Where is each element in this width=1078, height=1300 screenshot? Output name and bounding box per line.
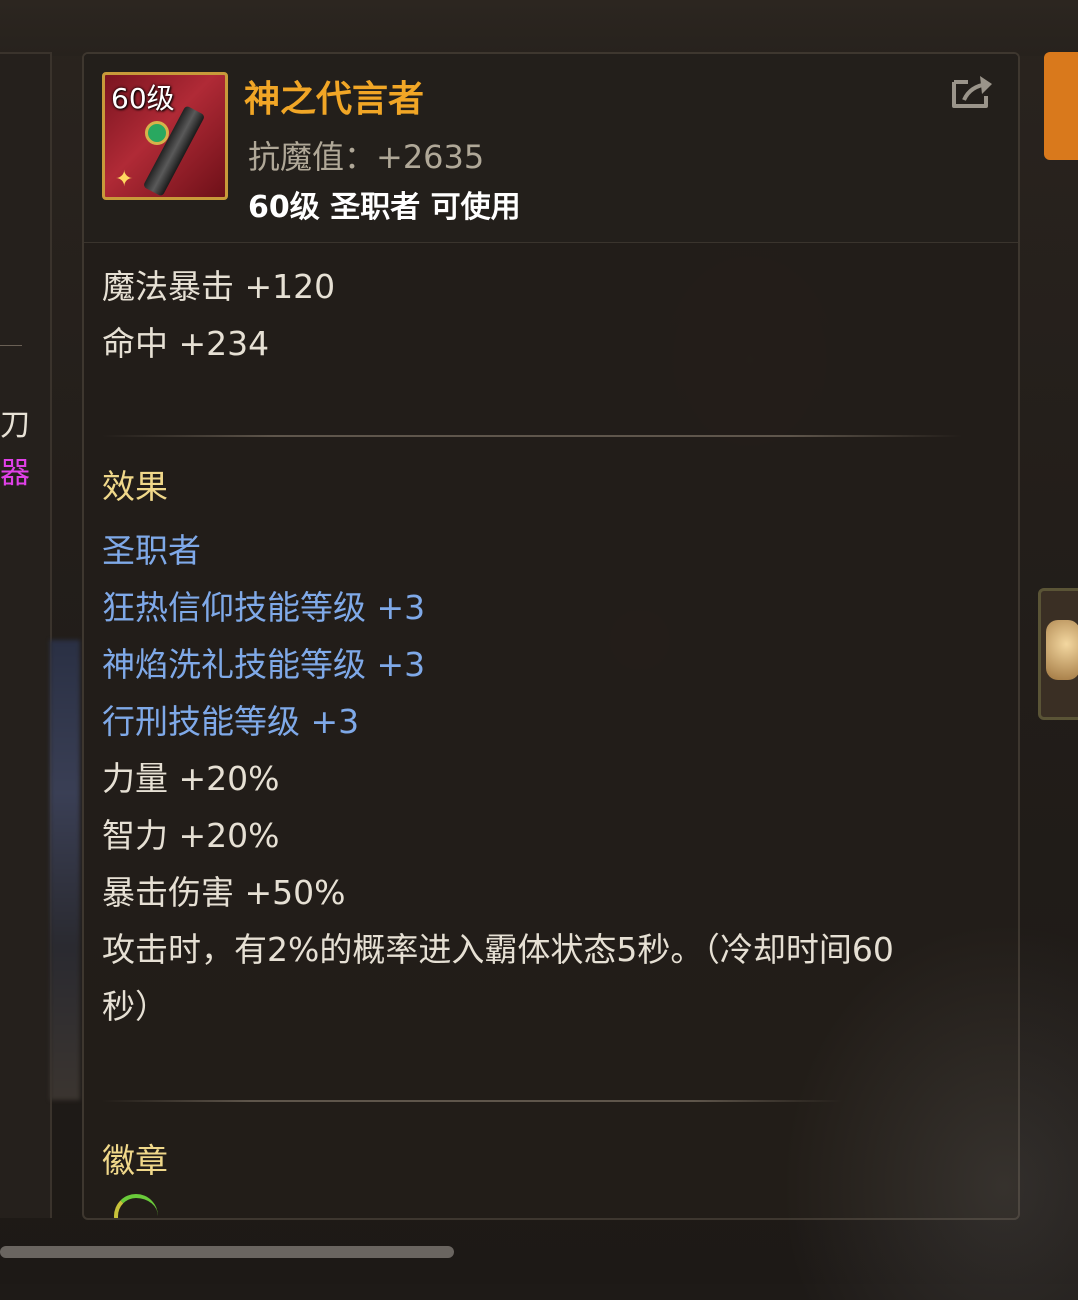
item-name: 神之代言者 xyxy=(244,79,425,120)
left-panel-text-2: 器 xyxy=(0,456,30,491)
effect-skill-bonus-2: 神焰洗礼技能等级 +3 xyxy=(102,645,426,684)
attribute-hit: 命中 +234 xyxy=(102,324,270,363)
item-main-stat: 抗魔值：+2635 xyxy=(248,138,485,176)
effect-class-name: 圣职者 xyxy=(102,531,201,570)
item-icon[interactable]: ✦ 60级 xyxy=(102,72,228,200)
left-equipment-panel[interactable] xyxy=(0,52,52,1218)
portrait-avatar xyxy=(1046,620,1078,680)
horizontal-scrollbar[interactable] xyxy=(0,1246,454,1258)
left-panel-divider xyxy=(0,345,22,346)
effect-proc-line-2: 秒） xyxy=(102,987,168,1026)
right-orange-button[interactable] xyxy=(1044,52,1078,160)
tooltip-header: ✦ 60级 神之代言者 抗魔值：+2635 60级 圣职者 可使用 xyxy=(84,54,1018,243)
share-export-icon[interactable] xyxy=(948,72,998,112)
attribute-magic-crit: 魔法暴击 +120 xyxy=(102,267,336,306)
character-art xyxy=(50,640,80,1100)
blurred-stat-2 xyxy=(430,30,620,50)
rod-graphic xyxy=(142,105,206,197)
effect-intelligence: 智力 +20% xyxy=(102,816,280,855)
effect-proc-line-1: 攻击时，有2%的概率进入霸体状态5秒。（冷却时间60 xyxy=(102,930,894,969)
item-level-badge: 60级 xyxy=(111,82,175,115)
item-requirement: 60级 圣职者 可使用 xyxy=(248,190,521,225)
section-divider-1 xyxy=(102,435,962,437)
effect-strength: 力量 +20% xyxy=(102,759,280,798)
effect-skill-bonus-3: 行刑技能等级 +3 xyxy=(102,702,360,741)
emblem-slot-icon[interactable] xyxy=(114,1194,158,1218)
blurred-stat-1 xyxy=(70,30,240,50)
effect-crit-damage: 暴击伤害 +50% xyxy=(102,873,346,912)
left-panel-text-1: 刀 xyxy=(0,408,30,443)
blurred-stat-3 xyxy=(810,30,1000,50)
screen-glare xyxy=(780,920,1078,1300)
sparkle-icon: ✦ xyxy=(115,167,134,192)
gem-graphic xyxy=(145,121,169,145)
section-divider-2 xyxy=(102,1100,842,1102)
effects-heading: 效果 xyxy=(102,467,168,506)
effect-skill-bonus-1: 狂热信仰技能等级 +3 xyxy=(102,588,426,627)
emblem-heading: 徽章 xyxy=(102,1141,168,1180)
